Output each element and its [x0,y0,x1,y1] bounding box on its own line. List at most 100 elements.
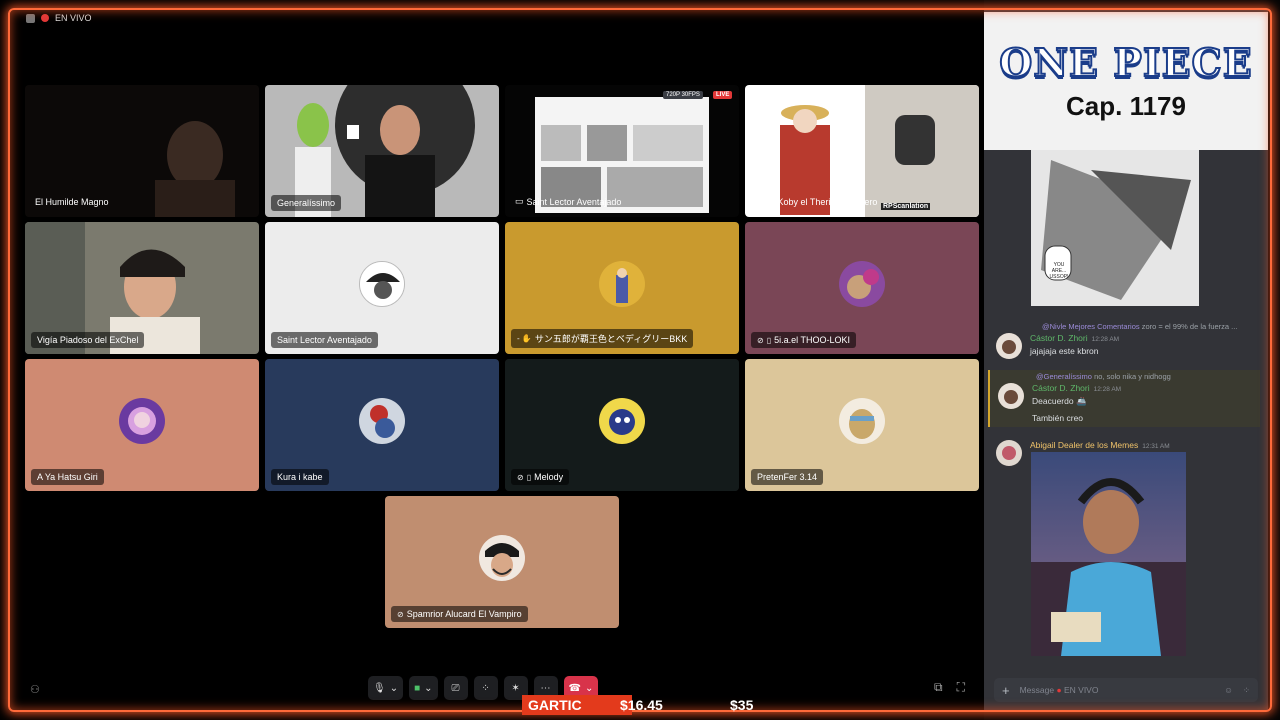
mic-muted-icon: ⊘ [517,472,524,482]
video-grid: EN VIVO El Humilde Magno Generalíssimo 7… [0,0,984,720]
tile-spamrior[interactable]: ⊘ Spamrior Alucard El Vampiro [385,496,619,628]
emoji-icon: 🚢 [1075,396,1087,406]
avatar[interactable] [996,333,1022,359]
fullscreen-icon[interactable]: ⛶ [957,680,965,695]
avatar [839,398,885,444]
watermark: RPScanlation [881,203,931,210]
message-timestamp: 12:28 AM [1093,386,1122,393]
avatar [119,398,165,444]
avatar [599,261,645,307]
message-timestamp: 12:31 AM [1142,443,1170,450]
apps-icon[interactable]: ⁘ [1243,685,1250,696]
avatar [359,398,405,444]
tile-uziel[interactable]: RPScanlation Uziel Koby el Therian Migaj… [745,85,979,217]
participant-name: ⊘ Spamrior Alucard El Vampiro [391,606,528,622]
participant-name: ⊘ ▯ Melody [511,469,570,485]
mic-button[interactable]: 🎙 ⌄ [368,676,404,700]
participant-name: ▭ Saint Lector Aventajado [515,196,622,207]
status-emoji-icon: - ✋ [517,334,532,343]
message-author[interactable]: Cástor D. Zhori [1032,383,1090,393]
tile-saint[interactable]: Saint Lector Aventajado [265,222,499,354]
camera-button[interactable]: ■ ⌄ [409,676,438,700]
message-input[interactable]: + Message ● EN VIVO ☺ ⁘ [994,678,1258,702]
mic-muted-icon: ⊘ [397,609,404,619]
message-placeholder: Message ● EN VIVO [1019,685,1099,695]
participant-name: PretenFer 3.14 [751,469,824,485]
message-text: Deacuerdo [1032,396,1074,406]
chat-message-highlighted[interactable]: @Generalíssimo no, solo nika y nidhogg C… [988,370,1260,427]
ticker-price-2: $35 [730,697,754,713]
live-dot-icon [41,14,49,22]
participant-name: Generalíssimo [271,195,342,211]
chevron-down-icon: ⌄ [585,682,594,694]
live-badge: LIVE [713,91,733,99]
activity-icon[interactable]: ⚇ [30,683,40,696]
reply-preview[interactable]: @Generalíssimo no, solo nika y nidhogg [1036,372,1260,381]
manga-artwork [1031,150,1199,306]
avatar[interactable] [996,440,1022,466]
activities-button[interactable]: ⁘ [473,676,498,700]
mobile-icon: ▯ [766,335,772,345]
avatar[interactable] [998,383,1024,409]
one-piece-banner: ONE PIECE Cap. 1179 [984,12,1268,150]
more-icon: ⋯ [540,682,551,694]
screen-share-button[interactable]: ⎚ [443,676,468,700]
live-label: EN VIVO [55,13,92,23]
mic-icon: 🎙 [373,682,386,694]
screen-share-icon: ⎚ [451,682,460,694]
view-controls: ⧉ ⛶ [934,680,965,695]
participant-name: Saint Lector Aventajado [271,332,378,348]
stream-quality-badge: 720P 30FPS [663,91,703,99]
ticker-label: GARTIC [522,695,632,715]
screen-share-icon: ▭ [515,196,524,206]
apps-icon: ⁘ [481,682,490,694]
reply-preview[interactable]: @Nivle Mejores Comentarios zoro = el 99%… [1042,322,1258,331]
speaker-icon [26,13,35,23]
tile-generalissimo[interactable]: Generalíssimo [265,85,499,217]
tile-thoo[interactable]: ⊘ ▯ 5i.a.el THOO-LOKI [745,222,979,354]
participant-name: ⊘ ▯ 5i.a.el THOO-LOKI [751,332,856,348]
mobile-icon: ▯ [526,472,532,482]
one-piece-logo: ONE PIECE [998,39,1253,86]
live-dot-icon: ● [1056,685,1062,695]
chat-sidebar: ONE PIECE Cap. 1179 YOU ARE... USSOP! @N… [984,10,1268,710]
tile-san[interactable]: - ✋ サン五郎が覇王色とベディグリーBKK [505,222,739,354]
chat-message[interactable]: @Nivle Mejores Comentarios zoro = el 99%… [996,322,1258,359]
popout-icon[interactable]: ⧉ [934,680,943,695]
meme-image[interactable] [1031,452,1186,656]
ticker-price: $16.45 [620,697,663,713]
message-text: También creo [1032,413,1084,423]
chevron-down-icon: ⌄ [424,682,433,694]
tile-kura[interactable]: Kura i kabe [265,359,499,491]
plus-icon[interactable]: + [1002,683,1010,698]
manga-panel-image[interactable]: YOU ARE... USSOP! [1031,150,1199,306]
tile-pretenfer[interactable]: PretenFer 3.14 [745,359,979,491]
participant-name: - ✋ サン五郎が覇王色とベディグリーBKK [511,329,694,348]
meme-artwork [1031,452,1186,656]
message-author[interactable]: Cástor D. Zhori [1030,333,1088,343]
camera-icon: ■ [414,682,421,694]
participant-name: Vigía Piadoso del ExChel [31,332,145,348]
mic-muted-icon: ⊘ [757,335,764,345]
participant-name: Uziel Koby el Therian Migajero [755,197,878,207]
message-text: jajajaja este kbron [1030,346,1099,356]
tile-vigia[interactable]: Vigía Piadoso del ExChel [25,222,259,354]
emoji-picker-icon[interactable]: ☺ [1224,685,1233,695]
tile-saint-screenshare[interactable]: 720P 30FPS LIVE ▭ Saint Lector Aventajado [505,85,739,217]
speech-bubble: YOU ARE... USSOP! [1049,262,1069,280]
tile-humilde[interactable]: El Humilde Magno [25,85,259,217]
message-timestamp: 12:28 AM [1091,336,1120,343]
tile-melody[interactable]: ⊘ ▯ Melody [505,359,739,491]
price-ticker: GARTIC $16.45 $35 [522,695,753,715]
chapter-label: Cap. 1179 [1066,91,1186,121]
participant-name: Kura i kabe [271,469,329,485]
message-author[interactable]: Abigail Dealer de los Memes [1030,440,1138,450]
stream-frame: EN VIVO El Humilde Magno Generalíssimo 7… [0,0,1280,720]
tile-ahatsu[interactable]: A Ya Hatsu Giri [25,359,259,491]
participant-name: A Ya Hatsu Giri [31,469,104,485]
avatar [479,535,525,581]
soundboard-icon: ✶ [511,682,520,694]
avatar [839,261,885,307]
avatar [359,261,405,307]
avatar [599,398,645,444]
